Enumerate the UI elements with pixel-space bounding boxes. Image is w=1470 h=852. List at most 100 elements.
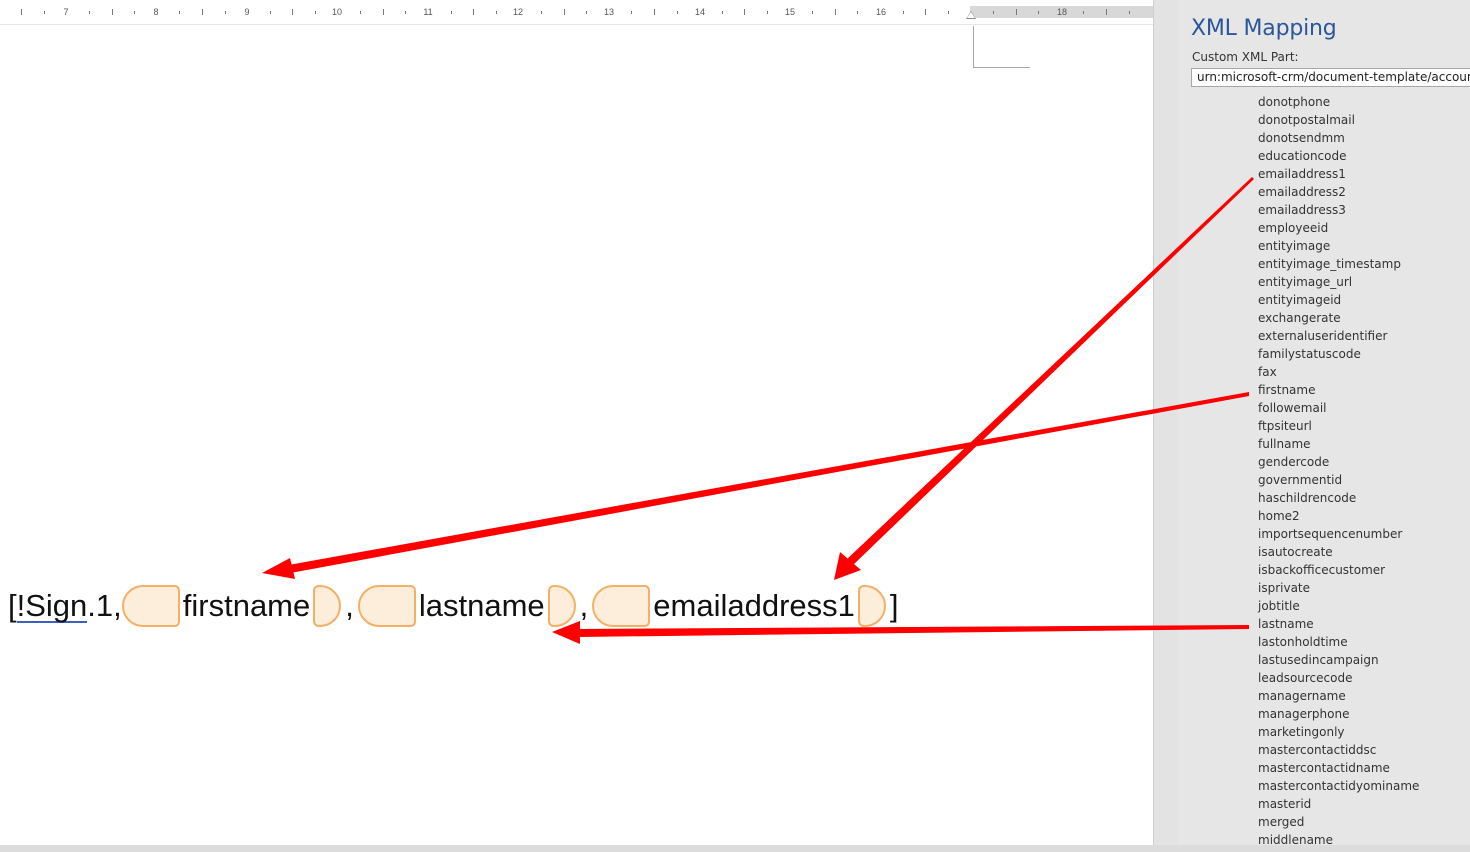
xml-node-item[interactable]: employeeid: [1258, 219, 1419, 237]
content-control-text: lastname: [418, 588, 545, 623]
xml-node-item[interactable]: fax: [1258, 363, 1419, 381]
sign-tag-suffix: .1,: [87, 588, 122, 623]
ruler-tick: [1106, 9, 1107, 15]
ruler-tick: [631, 11, 632, 14]
ruler-tick: [722, 11, 723, 14]
xml-node-item[interactable]: exchangerate: [1258, 309, 1419, 327]
xml-node-item[interactable]: emailaddress1: [1258, 165, 1419, 183]
separator: ,: [579, 588, 589, 623]
xml-node-item[interactable]: isautocreate: [1258, 543, 1419, 561]
xml-node-item[interactable]: donotpostalmail: [1258, 111, 1419, 129]
pane-splitter[interactable]: [1153, 0, 1178, 845]
page-edge: [0, 24, 1153, 25]
xml-node-item[interactable]: masterid: [1258, 795, 1419, 813]
content-control-firstname[interactable]: firstname: [121, 584, 342, 628]
xml-node-item[interactable]: home2: [1258, 507, 1419, 525]
ruler-tick: [360, 11, 361, 14]
xml-node-item[interactable]: marketingonly: [1258, 723, 1419, 741]
ruler-tick: [21, 9, 22, 15]
xml-node-item[interactable]: managername: [1258, 687, 1419, 705]
xml-node-item[interactable]: haschildrencode: [1258, 489, 1419, 507]
xml-node-item[interactable]: familystatuscode: [1258, 345, 1419, 363]
xml-node-item[interactable]: emailaddress3: [1258, 201, 1419, 219]
content-control-end-tag[interactable]: [857, 585, 886, 627]
ruler-tick: [541, 11, 542, 14]
xml-node-item[interactable]: isbackofficecustomer: [1258, 561, 1419, 579]
ruler-tick: [586, 11, 587, 14]
ruler-tick: [677, 11, 678, 14]
xml-node-item[interactable]: fullname: [1258, 435, 1419, 453]
ruler-label: 7: [63, 7, 69, 17]
xml-node-item[interactable]: entityimage_timestamp: [1258, 255, 1419, 273]
ruler-label: 12: [512, 7, 524, 17]
custom-xml-part-dropdown[interactable]: urn:microsoft-crm/document-template/acco…: [1191, 68, 1470, 87]
horizontal-ruler[interactable]: 7 8 9 10 11 12 13 14 15 16 18: [0, 6, 1153, 18]
ruler-tick: [903, 11, 904, 14]
content-control-end-tag[interactable]: [313, 585, 342, 627]
ruler-tick: [179, 11, 180, 14]
ruler-tick: [134, 11, 135, 14]
xml-node-item[interactable]: mastercontactidname: [1258, 759, 1419, 777]
xml-node-item[interactable]: lastusedincampaign: [1258, 651, 1419, 669]
xml-node-item[interactable]: leadsourcecode: [1258, 669, 1419, 687]
xml-node-item[interactable]: merged: [1258, 813, 1419, 831]
xml-node-item[interactable]: governmentid: [1258, 471, 1419, 489]
xml-node-item[interactable]: emailaddress2: [1258, 183, 1419, 201]
bottom-scrollbar-area: [0, 845, 1470, 852]
ruler-tick: [383, 9, 384, 15]
xml-node-item[interactable]: firstname: [1258, 381, 1419, 399]
xml-node-item[interactable]: gendercode: [1258, 453, 1419, 471]
right-indent-marker[interactable]: [966, 11, 976, 19]
xml-node-item[interactable]: middlename: [1258, 831, 1419, 845]
ruler-tick: [225, 11, 226, 14]
xml-node-item[interactable]: educationcode: [1258, 147, 1419, 165]
open-bracket: [: [8, 588, 17, 623]
content-control-start-tag[interactable]: [357, 585, 416, 627]
xml-node-item[interactable]: mastercontactiddsc: [1258, 741, 1419, 759]
xml-node-item[interactable]: followemail: [1258, 399, 1419, 417]
ruler-tick: [112, 9, 113, 15]
ruler-tick: [451, 11, 452, 14]
content-control-start-tag[interactable]: [592, 585, 651, 627]
sign-tag-text: !Sign: [16, 587, 88, 623]
content-control-start-tag[interactable]: [121, 585, 180, 627]
close-bracket: ]: [889, 588, 899, 623]
xml-node-item[interactable]: jobtitle: [1258, 597, 1419, 615]
ruler-label: 10: [331, 7, 343, 17]
xml-node-item[interactable]: donotsendmm: [1258, 129, 1419, 147]
ruler-tick: [857, 11, 858, 14]
content-control-end-tag[interactable]: [547, 585, 576, 627]
ruler-tick: [654, 9, 655, 15]
ruler-tick: [405, 11, 406, 14]
content-control-text: firstname: [182, 588, 311, 623]
ruler-tick: [292, 9, 293, 15]
xml-mapping-pane[interactable]: XML Mapping Custom XML Part: urn:microso…: [1178, 0, 1470, 845]
xml-node-item[interactable]: lastonholdtime: [1258, 633, 1419, 651]
xml-node-item[interactable]: managerphone: [1258, 705, 1419, 723]
xml-node-item[interactable]: donotphone: [1258, 93, 1419, 111]
ruler-tick: [89, 11, 90, 14]
xml-node-item[interactable]: importsequencenumber: [1258, 525, 1419, 543]
xml-node-item[interactable]: mastercontactidyominame: [1258, 777, 1419, 795]
ruler-tick: [1083, 11, 1084, 14]
ruler-tick: [1016, 9, 1017, 15]
xml-node-item[interactable]: entityimage_url: [1258, 273, 1419, 291]
xml-node-item[interactable]: externaluseridentifier: [1258, 327, 1419, 345]
xml-node-item[interactable]: isprivate: [1258, 579, 1419, 597]
margin-corner-mark: [973, 26, 1030, 68]
document-area[interactable]: 7 8 9 10 11 12 13 14 15 16 18 [!Sign .1, …: [0, 0, 1153, 845]
content-control-lastname[interactable]: lastname: [357, 584, 576, 628]
signature-line[interactable]: [!Sign .1, firstname , lastname , emailad…: [8, 583, 903, 629]
ruler-tick: [315, 11, 316, 14]
xml-node-item[interactable]: entityimageid: [1258, 291, 1419, 309]
xml-node-tree[interactable]: donotphone donotpostalmail donotsendmm e…: [1258, 93, 1419, 845]
ruler-tick: [767, 11, 768, 14]
content-control-emailaddress1[interactable]: emailaddress1: [592, 584, 886, 628]
custom-xml-part-label: Custom XML Part:: [1192, 50, 1299, 64]
ruler-label: 15: [784, 7, 796, 17]
xml-node-item[interactable]: entityimage: [1258, 237, 1419, 255]
ruler-label: 8: [153, 7, 159, 17]
xml-node-item[interactable]: lastname: [1258, 615, 1419, 633]
xml-node-item[interactable]: ftpsiteurl: [1258, 417, 1419, 435]
ruler-tick: [44, 11, 45, 14]
